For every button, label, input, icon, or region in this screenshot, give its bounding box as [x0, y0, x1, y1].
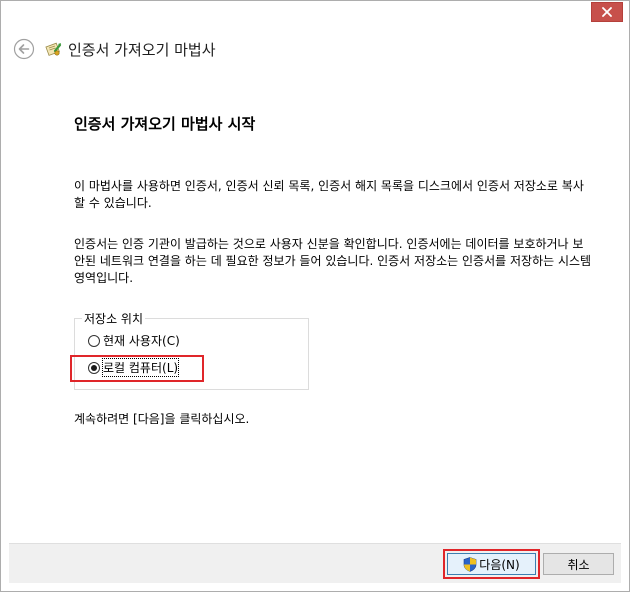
uac-shield-icon [463, 556, 477, 572]
bottom-edge [1, 583, 629, 591]
next-button[interactable]: 다음(N) [447, 553, 536, 575]
store-location-label: 저장소 위치 [82, 310, 146, 327]
radio-current-user-label: 현재 사용자(C) [103, 334, 180, 348]
continue-instruction: 계속하려면 [다음]을 클릭하십시오. [74, 412, 250, 426]
wizard-content: 인증서 가져오기 마법사 시작 이 마법사를 사용하면 인증서, 인증서 신뢰 … [9, 73, 621, 543]
radio-current-user-control[interactable] [88, 334, 100, 347]
wizard-title: 인증서 가져오기 마법사 [68, 41, 216, 59]
wizard-footer: 다음(N) 취소 [9, 543, 621, 584]
left-margin [1, 71, 9, 583]
certificate-icon [45, 40, 63, 58]
local-machine-highlight-box [70, 355, 204, 382]
next-button-label: 다음(N) [479, 557, 520, 572]
back-button[interactable] [13, 38, 35, 60]
title-bar [1, 1, 629, 27]
certificate-description-paragraph: 인증서는 인증 기관이 발급하는 것으로 사용자 신분을 확인합니다. 인증서에… [74, 237, 592, 285]
close-button[interactable] [591, 2, 623, 22]
radio-current-user[interactable]: 현재 사용자(C) [88, 332, 180, 349]
page-heading: 인증서 가져오기 마법사 시작 [74, 115, 256, 133]
back-arrow-icon [13, 38, 35, 60]
cancel-button[interactable]: 취소 [543, 553, 614, 575]
intro-paragraph: 이 마법사를 사용하면 인증서, 인증서 신뢰 목록, 인증서 해지 목록을 디… [74, 179, 584, 210]
certificate-import-wizard-window: 인증서 가져오기 마법사 인증서 가져오기 마법사 시작 이 마법사를 사용하면… [0, 0, 630, 592]
wizard-nav: 인증서 가져오기 마법사 [1, 27, 629, 71]
close-icon [602, 7, 612, 17]
